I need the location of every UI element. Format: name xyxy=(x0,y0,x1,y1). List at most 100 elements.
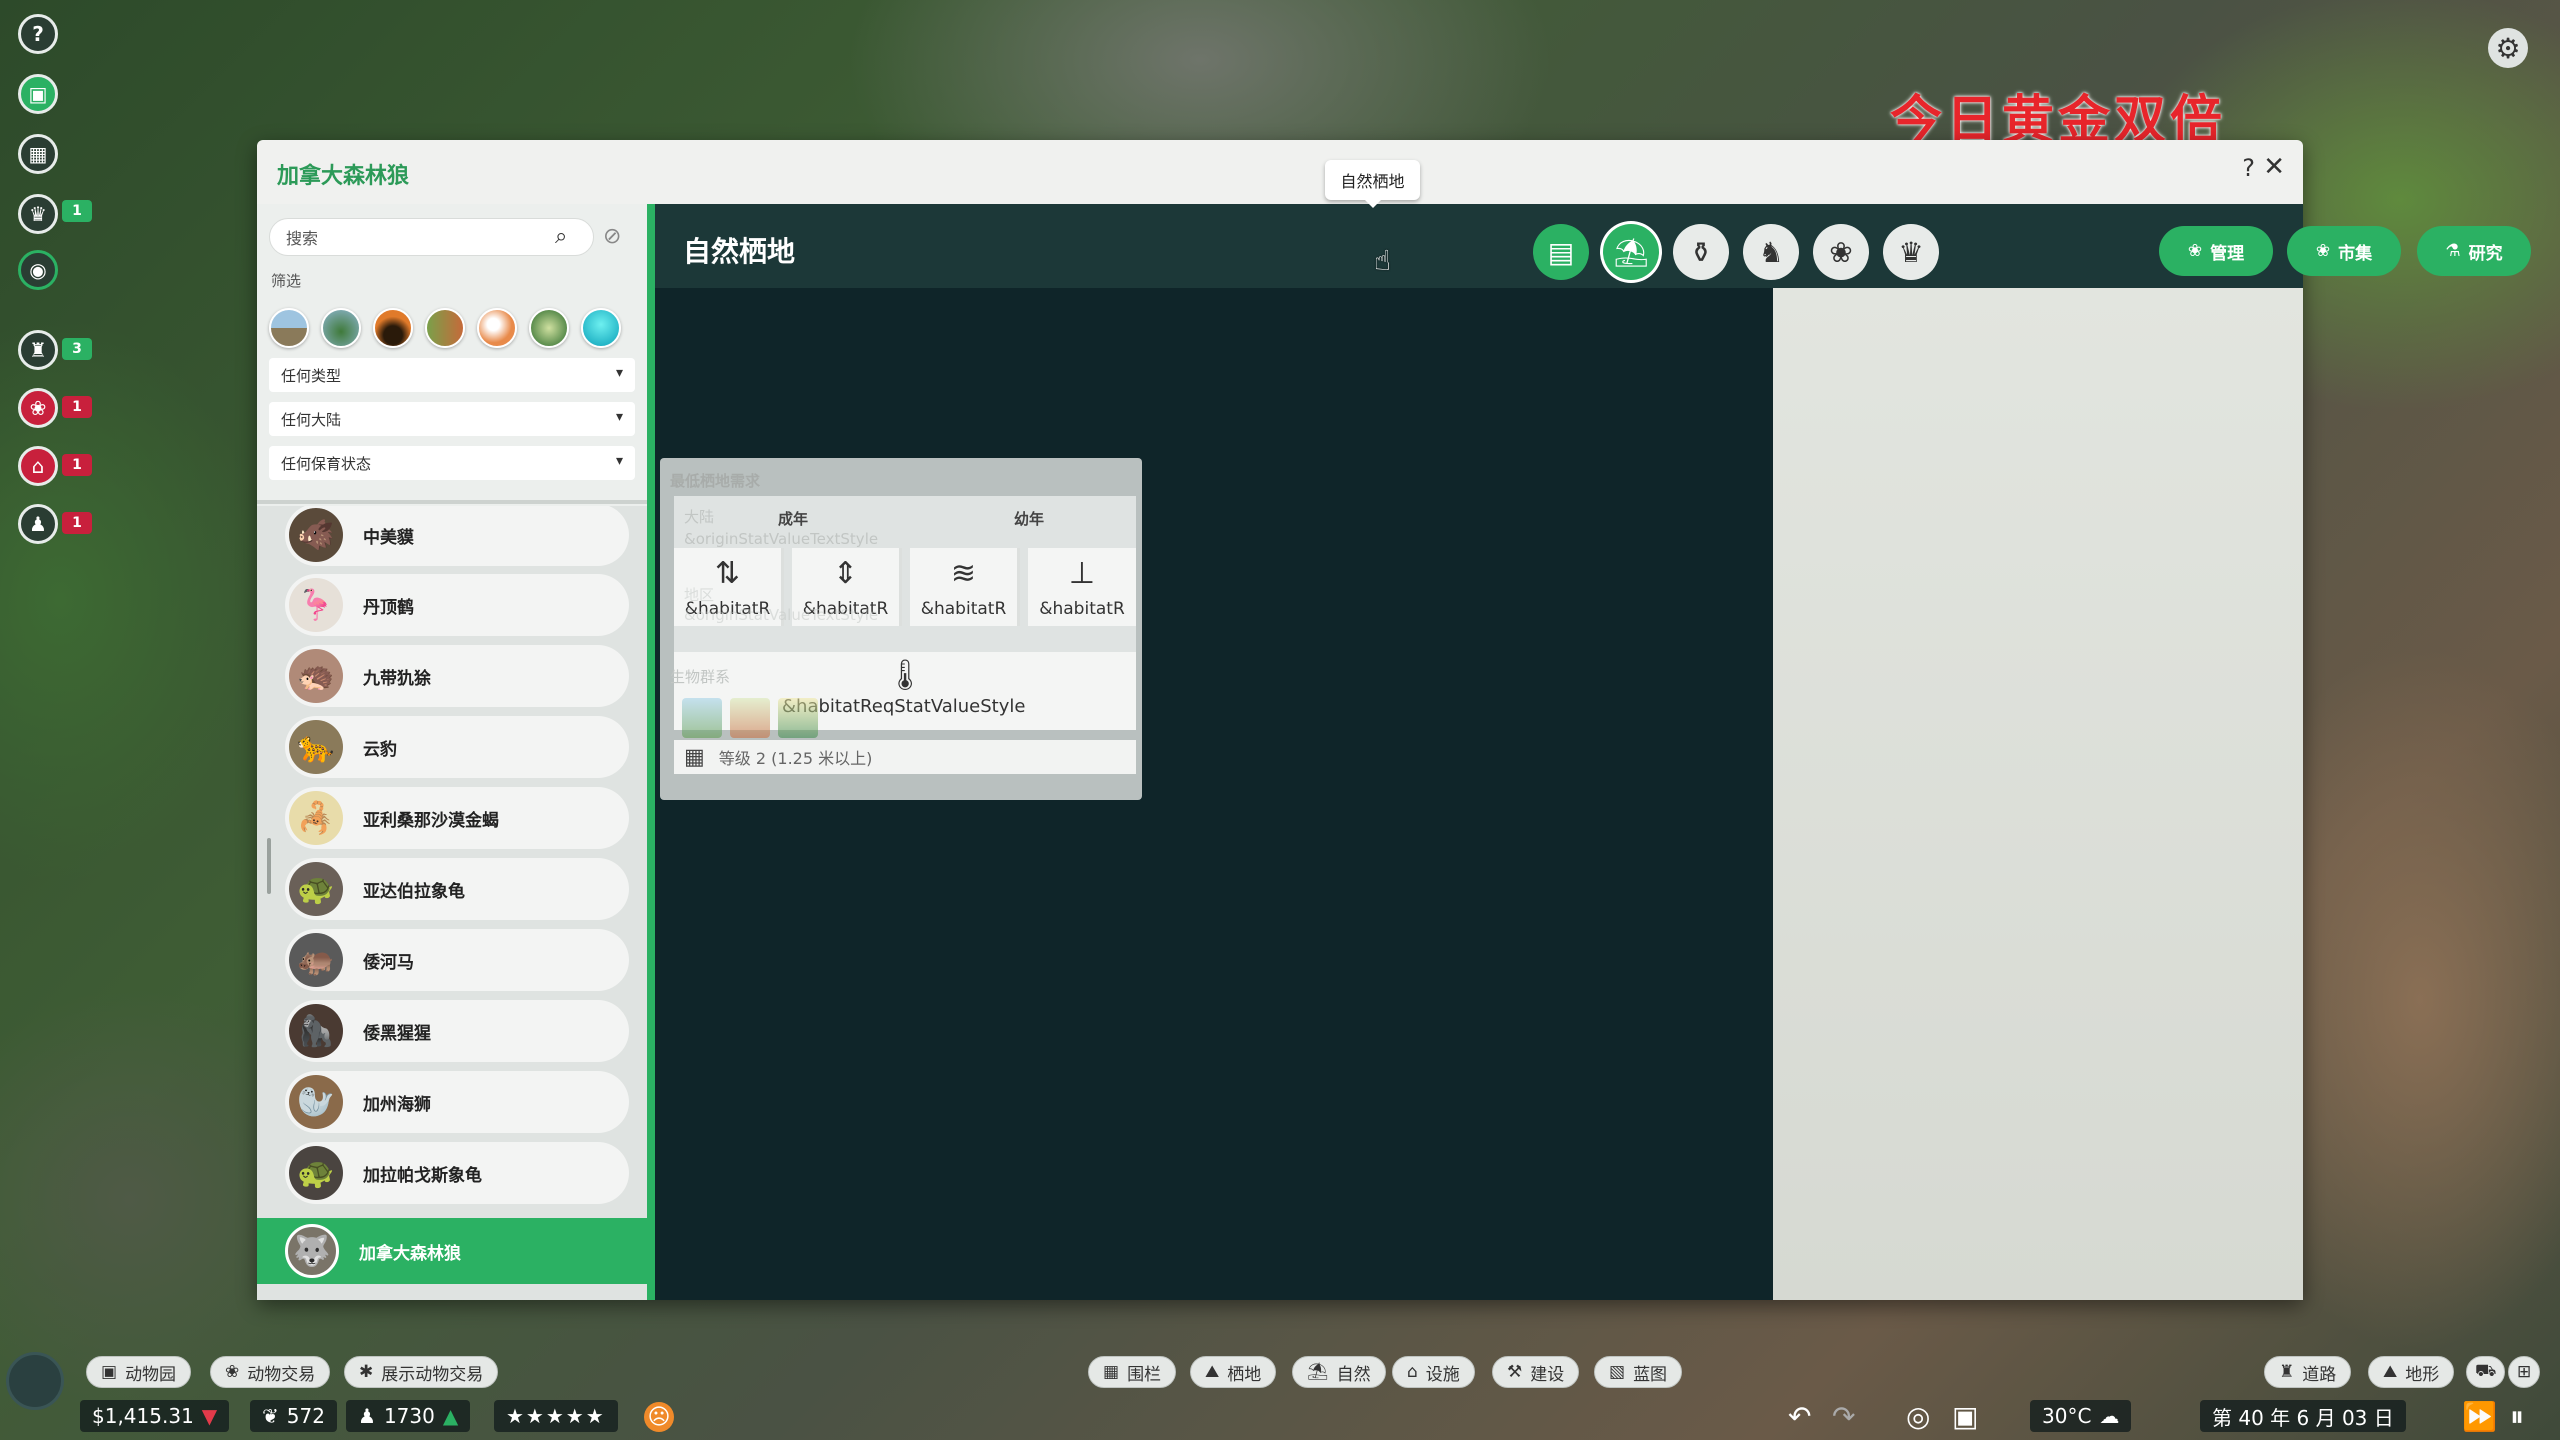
research-button[interactable]: ⚗ 研究 xyxy=(2417,226,2531,276)
screenshot-icon[interactable]: ▣ xyxy=(1952,1400,1978,1433)
window-title: 加拿大森林狼 xyxy=(277,164,410,189)
list-item[interactable]: 🦩 丹顶鹤 xyxy=(285,574,629,636)
tab-enrichment[interactable]: ♞ xyxy=(1743,224,1799,280)
continent-dropdown-label: 任何大陆 xyxy=(281,410,342,429)
eye-icon[interactable]: ◉ xyxy=(18,250,58,290)
page-title: 自然栖地 xyxy=(683,235,796,268)
type-dropdown[interactable]: 任何类型 ▾ xyxy=(269,358,635,392)
clear-filter-icon[interactable]: ⊘ xyxy=(603,224,621,249)
undo-icon[interactable]: ↶ xyxy=(1788,1400,1811,1433)
paw-icon[interactable]: ❀ xyxy=(18,388,58,428)
guests-display[interactable]: ♟ 1730 ▲ xyxy=(346,1400,471,1432)
pause-icon[interactable]: ⏸ xyxy=(2510,1400,2524,1434)
animal-avatar: 🐗 xyxy=(289,508,343,562)
animal-name: 加州海狮 xyxy=(363,1094,431,1115)
list-item[interactable]: 🦍 倭黑猩猩 xyxy=(285,1000,629,1062)
list-item[interactable]: 🦔 九带犰狳 xyxy=(285,645,629,707)
zoo-icon[interactable]: ▣ xyxy=(18,74,58,114)
animal-name: 九带犰狳 xyxy=(363,668,431,689)
animal-trade-button[interactable]: ❀ 动物交易 xyxy=(210,1356,331,1388)
bug-icon: ✱ xyxy=(359,1362,374,1382)
help-icon[interactable]: ? xyxy=(18,14,58,54)
scrollbar-thumb[interactable] xyxy=(267,838,271,894)
close-button[interactable]: ✕ xyxy=(2263,152,2285,182)
blueprint-tool-button[interactable]: ▧ 蓝图 xyxy=(1594,1356,1683,1388)
animal-avatar: 🦭 xyxy=(289,1075,343,1129)
list-item[interactable]: 🐢 加拉帕戈斯象龟 xyxy=(285,1142,629,1204)
redo-icon[interactable]: ↷ xyxy=(1832,1400,1855,1433)
path-tool-button[interactable]: ♜ 道路 xyxy=(2264,1356,2352,1388)
shop-badge: 1 xyxy=(62,454,92,476)
paw-icon: ❀ xyxy=(225,1362,240,1382)
biome-filter-savannah[interactable] xyxy=(373,308,413,348)
list-item-selected[interactable]: 🐺 加拿大森林狼 xyxy=(257,1218,647,1284)
biome-filter-tundra[interactable] xyxy=(269,308,309,348)
manage-button[interactable]: ❀ 管理 xyxy=(2159,226,2273,276)
guest-icon[interactable]: ♟ xyxy=(18,504,58,544)
depth-icon: ⊥ xyxy=(1068,555,1096,591)
staff-icon[interactable]: ♜ xyxy=(18,330,58,370)
facilities-tool-button[interactable]: ⌂ 设施 xyxy=(1392,1356,1475,1388)
status-dropdown[interactable]: 任何保育状态 ▾ xyxy=(269,446,635,480)
list-item[interactable]: 🦂 亚利桑那沙漠金蝎 xyxy=(285,787,629,849)
tab-info[interactable]: ▤ xyxy=(1533,224,1589,280)
market-button[interactable]: ❀ 市集 xyxy=(2287,226,2401,276)
status-dropdown-label: 任何保育状态 xyxy=(281,454,372,473)
camera-button[interactable]: ⛟ xyxy=(2466,1356,2506,1388)
paw-icon: ❀ xyxy=(2315,241,2331,261)
list-item[interactable]: 🦛 倭河马 xyxy=(285,929,629,991)
list-divider xyxy=(257,500,647,504)
animal-avatar: 🦩 xyxy=(289,578,343,632)
tab-habitat[interactable]: ⛱ xyxy=(1603,224,1659,280)
conservation-display[interactable]: ❦ 572 xyxy=(250,1400,337,1432)
photo-mode-icon[interactable]: ◎ xyxy=(1906,1400,1930,1433)
happiness-icon[interactable]: ☹ xyxy=(644,1402,674,1432)
manage-label: 管理 xyxy=(2210,243,2245,264)
animal-avatar: 🦂 xyxy=(289,791,343,845)
shop-icon[interactable]: ⌂ xyxy=(18,446,58,486)
money-value: $1,415.31 xyxy=(92,1404,194,1428)
trophy-icon[interactable]: ♛ xyxy=(18,194,58,234)
adult-header: 成年 xyxy=(778,510,809,528)
minimap-button[interactable] xyxy=(6,1352,64,1410)
fence-value: 等级 2 (1.25 米以上) xyxy=(718,749,873,768)
mouse-cursor-icon: ☝ xyxy=(1374,244,1392,277)
fence-tool-label: 围栏 xyxy=(1127,1364,1162,1385)
terrain-tool-button[interactable]: ⛰ 地形 xyxy=(2368,1356,2455,1388)
search-icon[interactable]: ⌕ xyxy=(555,224,567,249)
calendar-icon[interactable]: ▦ xyxy=(18,134,58,174)
exhibit-trade-button[interactable]: ✱ 展示动物交易 xyxy=(344,1356,499,1388)
biome-filter-aquatic[interactable] xyxy=(581,308,621,348)
nature-tool-button[interactable]: ⛱ 自然 xyxy=(1292,1356,1386,1388)
help-button[interactable]: ? xyxy=(2242,154,2255,182)
habitat-requirements-panel: 最低栖地需求 大陆 &originStatValueTextStyle 成年 幼… xyxy=(660,458,1142,800)
zoo-button[interactable]: ▣ 动物园 xyxy=(86,1356,192,1388)
research-label: 研究 xyxy=(2468,243,2503,264)
view-button[interactable]: ⊞ xyxy=(2508,1356,2541,1388)
fence-tool-button[interactable]: ▦ 围栏 xyxy=(1088,1356,1177,1388)
biome-filter-tropical[interactable] xyxy=(529,308,569,348)
habitat-tool-button[interactable]: ⛰ 栖地 xyxy=(1190,1356,1277,1388)
list-item[interactable]: 🐆 云豹 xyxy=(285,716,629,778)
continent-dropdown[interactable]: 任何大陆 ▾ xyxy=(269,402,635,436)
search-input[interactable]: 搜索 xyxy=(269,218,594,256)
terrain-icon: ⛰ xyxy=(2383,1362,2398,1382)
stat-water: ≋ &habitatR xyxy=(910,548,1020,626)
tab-feeding[interactable]: ⚱ xyxy=(1673,224,1729,280)
build-tool-button[interactable]: ⚒ 建设 xyxy=(1492,1356,1580,1388)
animal-list[interactable]: 🐗 中美貘 🦩 丹顶鹤 🦔 九带犰狳 🐆 云豹 🦂 亚利桑那沙漠金蝎 🐢 亚达伯拉象龟 🦛 倭… xyxy=(257,506,647,1300)
continent-label: 大陆 xyxy=(684,508,715,526)
land-area-icon: ⇕ xyxy=(832,555,859,591)
biome-filter-desert[interactable] xyxy=(477,308,517,348)
list-item[interactable]: 🐢 亚达伯拉象龟 xyxy=(285,858,629,920)
zoo-rating[interactable]: ★★★★★ xyxy=(494,1400,618,1432)
biome-filter-temperate[interactable] xyxy=(321,308,361,348)
list-item[interactable]: 🐗 中美貘 xyxy=(285,506,629,566)
tab-trophy[interactable]: ♛ xyxy=(1883,224,1939,280)
biome-filter-grassland[interactable] xyxy=(425,308,465,348)
list-item[interactable]: 🦭 加州海狮 xyxy=(285,1071,629,1133)
tab-animals[interactable]: ❀ xyxy=(1813,224,1869,280)
money-display[interactable]: $1,415.31 ▼ xyxy=(80,1400,230,1432)
settings-icon[interactable]: ⚙ xyxy=(2488,28,2528,68)
fast-forward-icon[interactable]: ⏩ xyxy=(2462,1400,2497,1433)
